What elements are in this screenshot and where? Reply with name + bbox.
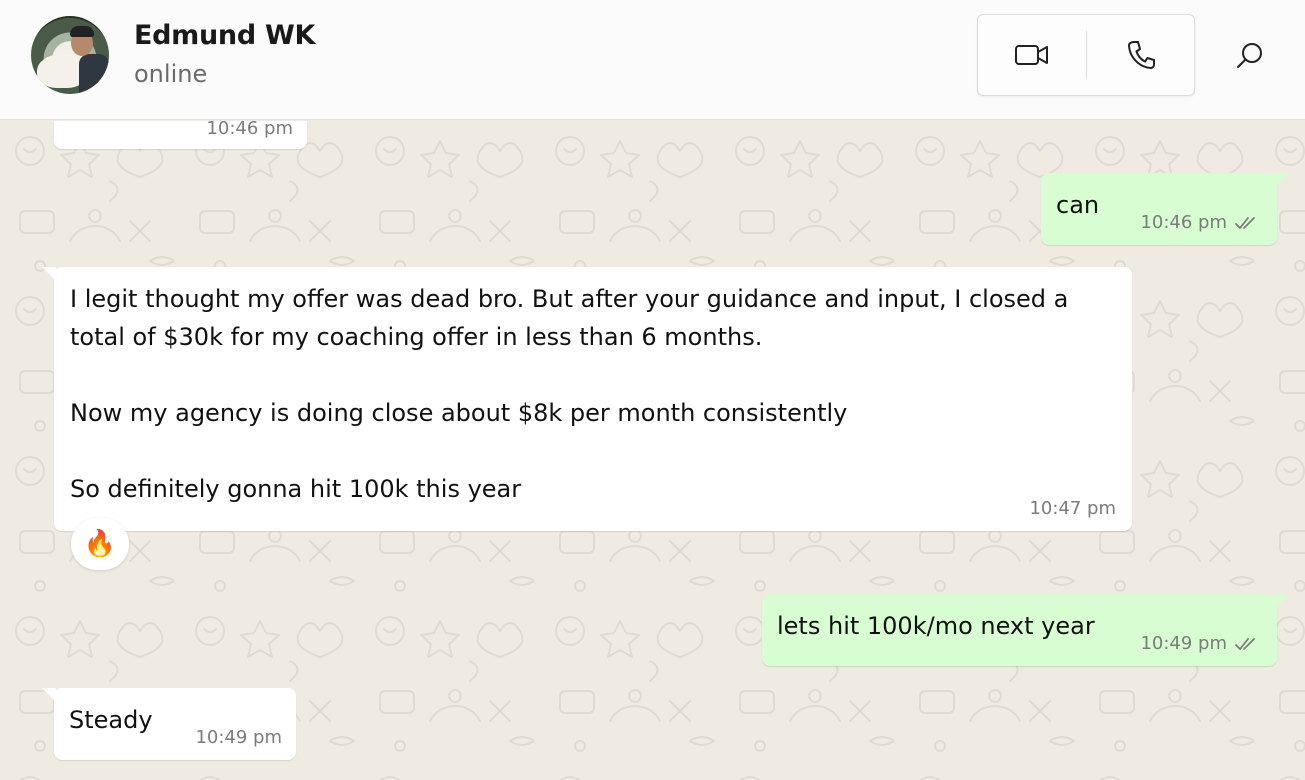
- contact-name[interactable]: Edmund WK: [134, 20, 315, 51]
- message-time: 10:49 pm: [1140, 634, 1259, 654]
- message-time-text: 10:46 pm: [206, 121, 293, 139]
- avatar-shirt: [79, 54, 109, 94]
- message-time-text: 10:49 pm: [1140, 633, 1227, 654]
- search-icon: [1237, 43, 1262, 68]
- message-time: 10:46 pm: [1140, 213, 1259, 233]
- message-time: 10:47 pm: [1029, 499, 1116, 519]
- contact-status: online: [134, 60, 208, 88]
- avatar[interactable]: [31, 16, 109, 94]
- search-button[interactable]: [1230, 36, 1270, 76]
- message-bubble-incoming[interactable]: I legit thought my offer was dead bro. B…: [42, 267, 1132, 531]
- message-text: Steady: [69, 706, 153, 734]
- message-bubble-incoming[interactable]: 10:46 pm: [54, 121, 307, 149]
- message-text: I legit thought my offer was dead bro. B…: [70, 285, 1069, 503]
- double-check-icon: [1235, 638, 1255, 651]
- phone-icon: [1128, 41, 1155, 69]
- chat-pane[interactable]: 10:46 pm can 10:46 pm I legit thought my…: [0, 121, 1305, 780]
- message-time-text: 10:47 pm: [1029, 498, 1116, 519]
- fire-emoji: 🔥: [83, 529, 117, 559]
- message-time-text: 10:49 pm: [195, 727, 282, 748]
- call-button-group: [977, 14, 1195, 96]
- message-bubble-outgoing[interactable]: lets hit 100k/mo next year 10:49 pm: [762, 594, 1289, 666]
- video-camera-icon: [1015, 45, 1048, 65]
- bubble-tail: [42, 267, 56, 281]
- message-time-text: 10:46 pm: [1140, 212, 1227, 233]
- message-time: 10:49 pm: [195, 728, 282, 748]
- message-bubble-incoming[interactable]: Steady 10:49 pm: [42, 688, 296, 760]
- message-bubble-outgoing[interactable]: can 10:46 pm: [1041, 173, 1289, 245]
- voice-call-button[interactable]: [1087, 15, 1195, 95]
- double-check-icon: [1235, 217, 1255, 230]
- bubble-tail: [1275, 594, 1289, 608]
- bubble-tail: [42, 688, 56, 702]
- chat-header: Edmund WK online: [0, 0, 1305, 120]
- message-text: lets hit 100k/mo next year: [777, 612, 1095, 640]
- avatar-hair: [70, 26, 94, 37]
- video-call-button[interactable]: [978, 15, 1086, 95]
- message-time: 10:46 pm: [206, 121, 293, 139]
- reaction-badge[interactable]: 🔥: [71, 518, 129, 570]
- bubble-tail: [1275, 173, 1289, 187]
- message-text: can: [1056, 191, 1100, 219]
